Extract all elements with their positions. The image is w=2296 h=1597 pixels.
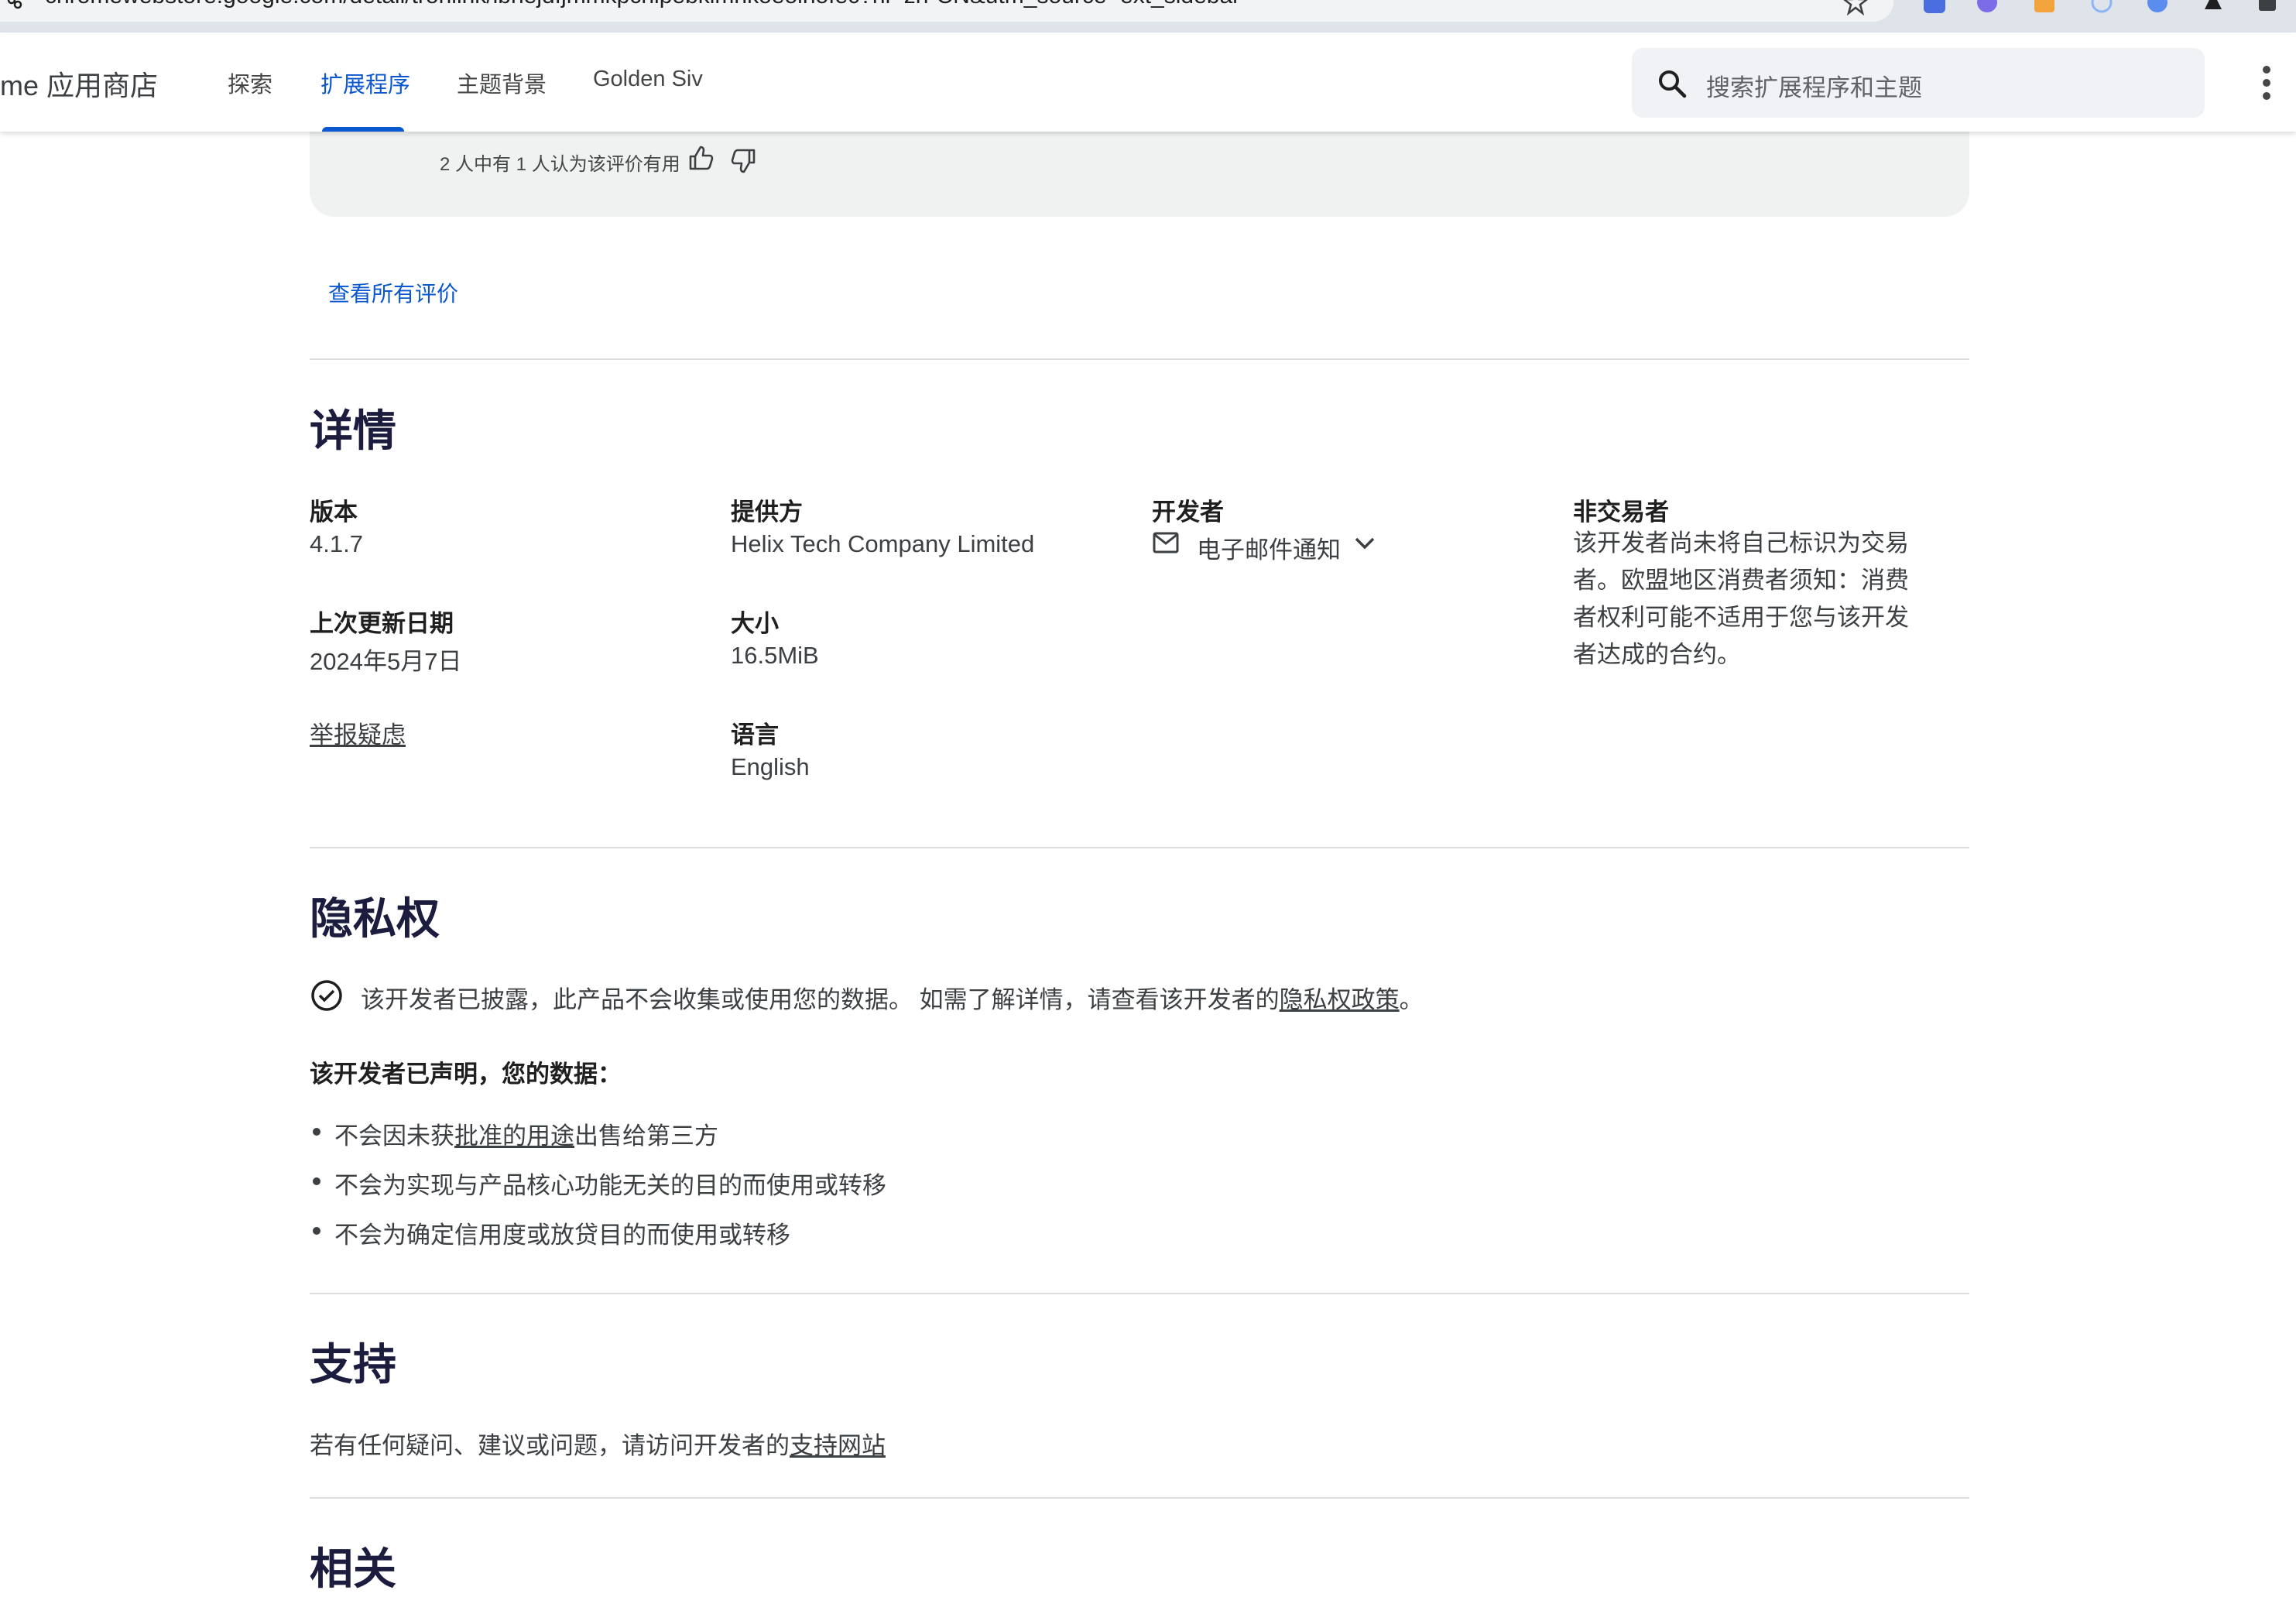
non-trader-notice: 该开发者尚未将自己标识为交易 者。欧盟地区消费者须知：消费 者权利可能不适用于您… [1573,529,1909,668]
browser-toolbar: chromewebstore.google.com/detail/tronlin… [0,0,2296,33]
privacy-disclosure: 该开发者已披露，此产品不会收集或使用您的数据。 如需了解详情，请查看该开发者的隐… [361,986,1424,1013]
search-input[interactable]: 搜索扩展程序和主题 [1632,48,2205,118]
extension-icon[interactable] [1974,0,2000,15]
support-heading: 支持 [310,1340,396,1389]
size-label: 大小 [731,610,779,637]
extension-icon[interactable] [2031,0,2058,15]
bullet-dot [313,1177,320,1185]
support-site-link[interactable]: 支持网站 [790,1432,886,1459]
extension-icon[interactable] [1921,0,1948,15]
search-placeholder: 搜索扩展程序和主题 [1706,74,1922,101]
privacy-item: 不会为实现与产品核心功能无关的目的而使用或转移 [334,1172,886,1199]
privacy-item: 不会为确定信用度或放贷目的而使用或转移 [334,1222,790,1249]
section-divider [310,1293,1969,1294]
last-updated-value: 2024年5月7日 [310,648,462,675]
section-divider [310,358,1969,360]
extension-icon[interactable] [2144,0,2171,15]
extension-icon[interactable] [2200,0,2226,15]
details-heading: 详情 [310,406,396,455]
chevron-down-icon[interactable] [1353,534,1376,553]
address-text[interactable]: chromewebstore.google.com/detail/tronlin… [45,0,1240,9]
review-helpful-count: 2 人中有 1 人认为该评价有用 [440,154,680,175]
version-value: 4.1.7 [310,530,363,557]
language-label: 语言 [731,721,779,749]
size-value: 16.5MiB [731,642,819,669]
active-tab-indicator [322,127,404,132]
approved-uses-link[interactable]: 批准的用途 [454,1122,574,1150]
mail-icon [1153,532,1179,553]
tab-explore[interactable]: 探索 [228,67,272,99]
developer-email-toggle[interactable]: 电子邮件通知 [1197,530,1341,565]
support-text: 若有任何疑问、建议或问题，请访问开发者的支持网站 [310,1432,886,1459]
tab-golden-siv[interactable]: Golden Siv [593,67,703,92]
privacy-item: 不会因未获批准的用途出售给第三方 [334,1122,718,1150]
tab-themes[interactable]: 主题背景 [457,67,547,99]
last-updated-label: 上次更新日期 [310,610,454,637]
language-value: English [731,753,810,780]
report-concern-link[interactable]: 举报疑虑 [310,715,406,750]
privacy-policy-link[interactable]: 隐私权政策 [1280,986,1400,1013]
non-trader-label: 非交易者 [1573,499,1669,526]
thumb-up-icon[interactable] [687,144,715,172]
developer-label: 开发者 [1152,499,1224,526]
section-divider [310,1497,1969,1499]
store-header: me 应用商店 探索 扩展程序 主题背景 Golden Siv 搜索扩展程序和主… [0,33,2296,132]
extension-icon[interactable] [2089,0,2115,15]
extension-icon[interactable] [2254,0,2281,15]
store-title[interactable]: me 应用商店 [0,63,158,104]
version-label: 版本 [310,499,358,526]
data-declaration-heading: 该开发者已声明，您的数据： [310,1061,622,1088]
search-icon [1659,70,1687,98]
bullet-dot [313,1227,320,1235]
section-divider [310,847,1969,848]
more-menu-icon[interactable] [2259,63,2274,102]
tab-extensions[interactable]: 扩展程序 [320,67,410,99]
provider-value: Helix Tech Company Limited [731,530,1035,557]
check-circle-icon [311,980,342,1011]
site-info-icon[interactable] [6,0,23,11]
thumb-down-icon[interactable] [729,147,757,175]
bookmark-star-icon[interactable] [1842,0,1869,15]
privacy-heading: 隐私权 [310,894,440,943]
provider-label: 提供方 [731,499,803,526]
bullet-dot [313,1128,320,1136]
related-heading: 相关 [310,1544,396,1593]
see-all-reviews-link[interactable]: 查看所有评价 [328,277,458,308]
